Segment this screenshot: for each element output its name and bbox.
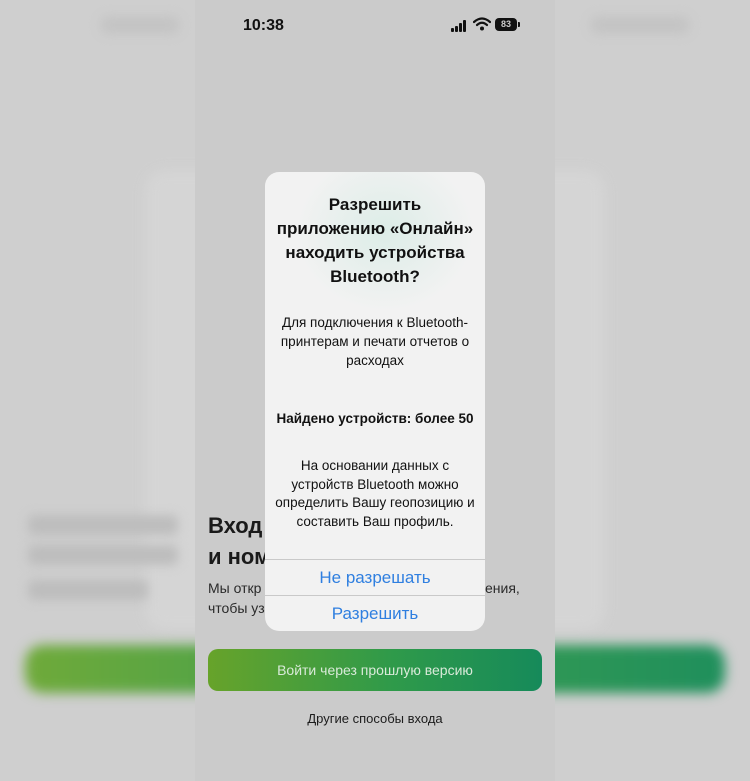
alert-note: На основании данных с устройств Bluetoot…: [275, 458, 475, 529]
signal-icon: [451, 20, 467, 32]
phone-screen: 10:38 83 Вход и ном Мы откр чтобы уз ени…: [195, 0, 555, 781]
blurred-status-left: [100, 16, 180, 34]
blurred-text: [28, 580, 148, 600]
login-previous-version-button[interactable]: Войти через прошлую версию: [208, 649, 542, 691]
battery-tip: [518, 22, 520, 27]
status-time: 10:38: [243, 17, 284, 34]
blurred-text: [28, 515, 178, 535]
deny-button[interactable]: Не разрешать: [265, 560, 485, 596]
blurred-status-right: [590, 16, 690, 34]
battery-icon: 83: [495, 18, 517, 31]
alert-devices-found: Найдено устройств: более 50: [276, 411, 474, 426]
alert-message: Для подключения к Bluetooth-принтерам и …: [280, 315, 470, 368]
wifi-icon: [473, 17, 491, 31]
other-login-methods-link[interactable]: Другие способы входа: [195, 711, 555, 726]
blurred-text: [28, 545, 178, 565]
allow-button[interactable]: Разрешить: [265, 596, 485, 631]
alert-title: Разрешить приложению «Онлайн» находить у…: [276, 195, 474, 286]
bluetooth-permission-alert: Разрешить приложению «Онлайн» находить у…: [265, 172, 485, 631]
description-line1-end: ения,: [485, 580, 520, 596]
status-bar: 10:38 83: [195, 0, 555, 50]
